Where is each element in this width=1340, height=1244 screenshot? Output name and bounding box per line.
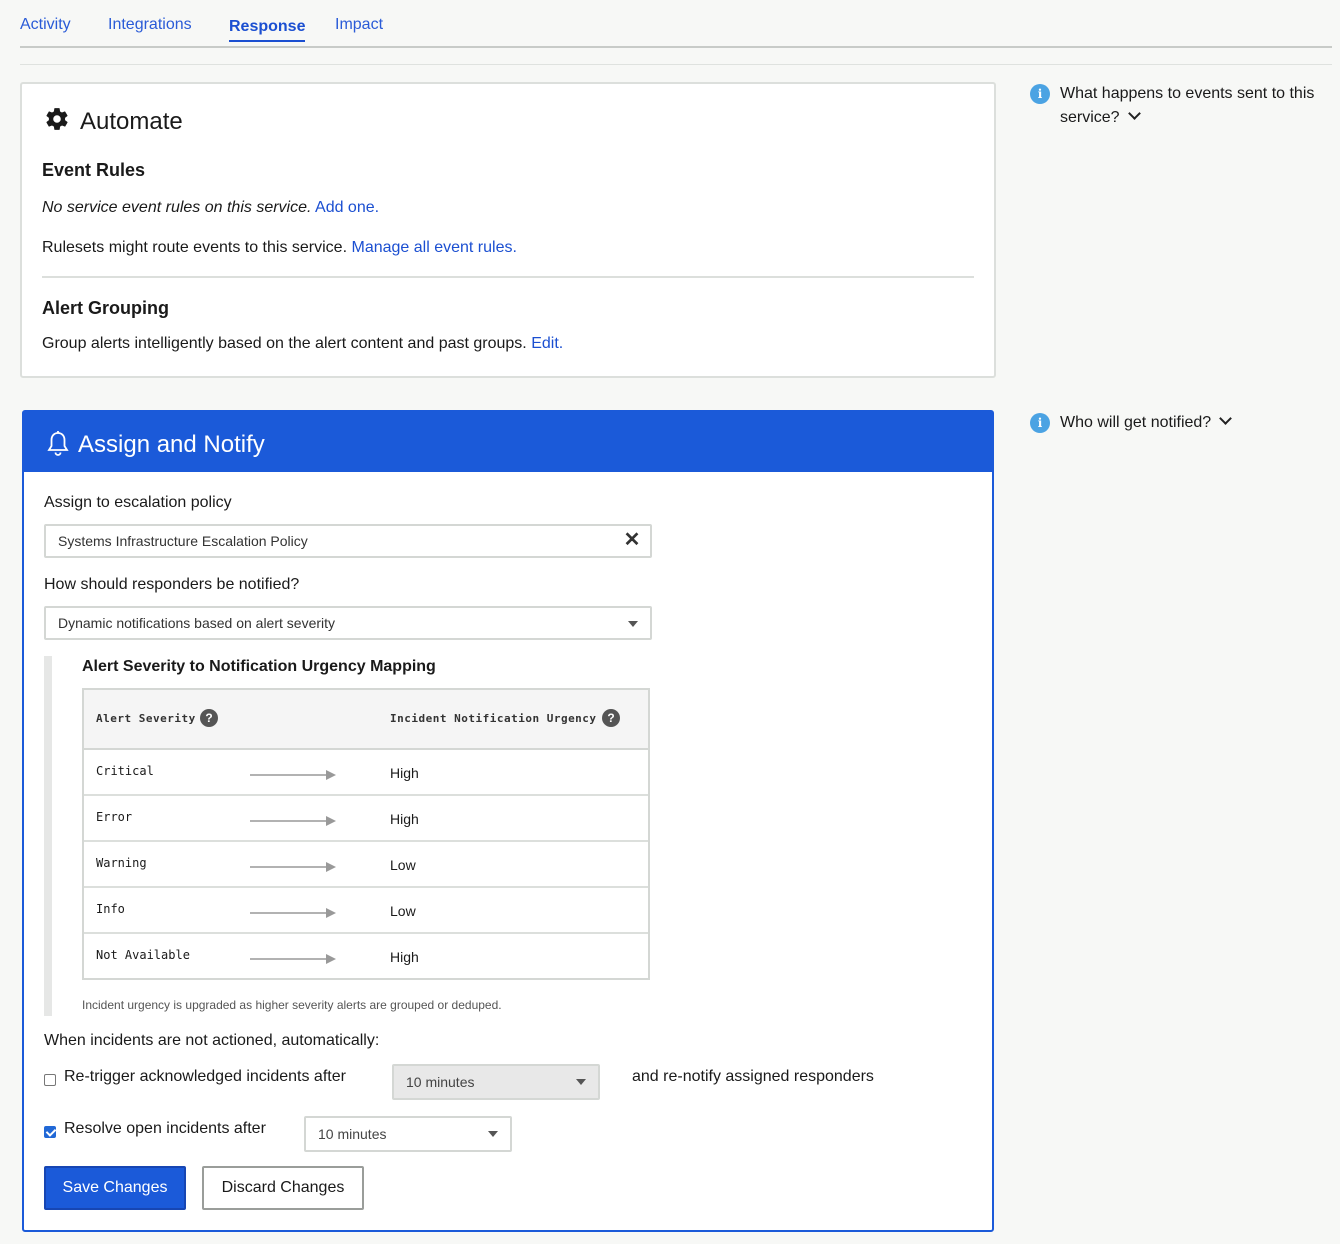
chevron-down-icon: [1219, 412, 1233, 425]
edit-alert-grouping-link[interactable]: Edit.: [531, 335, 563, 352]
mapping-note: Incident urgency is upgraded as higher s…: [82, 998, 502, 1012]
caret-down-icon: [628, 621, 638, 627]
escalation-policy-input[interactable]: Systems Infrastructure Escalation Policy…: [44, 524, 652, 558]
not-actioned-label: When incidents are not actioned, automat…: [44, 1032, 380, 1049]
retrigger-duration-select[interactable]: 10 minutes: [392, 1064, 600, 1100]
automate-card: Automate Event Rules No service event ru…: [20, 82, 996, 378]
retrigger-label: Re-trigger acknowledged incidents after: [64, 1068, 346, 1085]
severity-cell: Warning: [96, 856, 147, 870]
tab-integrations[interactable]: Integrations: [108, 16, 192, 34]
arrow-right-icon: [250, 816, 336, 826]
rulesets-label: Rulesets might route events to this serv…: [42, 239, 348, 256]
help-icon[interactable]: ?: [602, 709, 620, 727]
table-row: Info Low: [84, 888, 648, 934]
chevron-down-icon: [1127, 107, 1141, 120]
resolve-checkbox[interactable]: [44, 1126, 56, 1138]
events-help-toggle[interactable]: i What happens to events sent to this se…: [1030, 82, 1320, 132]
manage-event-rules-link[interactable]: Manage all event rules.: [351, 239, 516, 256]
add-rule-link[interactable]: Add one.: [315, 199, 379, 216]
divider: [20, 64, 1332, 65]
retrigger-suffix: and re-notify assigned responders: [632, 1068, 874, 1085]
event-rules-heading: Event Rules: [42, 160, 146, 180]
col-notification-urgency: Incident Notification Urgency: [390, 712, 597, 725]
table-row: Warning Low: [84, 842, 648, 888]
alert-grouping-label: Group alerts intelligently based on the …: [42, 335, 527, 352]
no-rules-text: No service event rules on this service.: [42, 199, 312, 216]
retrigger-duration-value: 10 minutes: [406, 1074, 475, 1090]
tab-bar: Activity Integrations Response Impact: [20, 0, 1332, 48]
caret-down-icon: [576, 1079, 586, 1085]
retrigger-checkbox[interactable]: [44, 1074, 56, 1086]
table-row: Critical High: [84, 750, 648, 796]
escalation-policy-value: Systems Infrastructure Escalation Policy: [58, 533, 308, 549]
arrow-right-icon: [250, 770, 336, 780]
mapping-sidebar-bar: [44, 656, 52, 1016]
resolve-duration-select[interactable]: 10 minutes: [304, 1116, 512, 1152]
urgency-cell: High: [390, 811, 419, 827]
resolve-label: Resolve open incidents after: [64, 1120, 266, 1137]
table-row: Error High: [84, 796, 648, 842]
mapping-table: Alert Severity ? Incident Notification U…: [82, 688, 650, 980]
arrow-right-icon: [250, 862, 336, 872]
tab-impact[interactable]: Impact: [335, 16, 383, 34]
severity-cell: Critical: [96, 764, 154, 778]
mapping-title: Alert Severity to Notification Urgency M…: [82, 658, 436, 675]
severity-cell: Info: [96, 902, 125, 916]
urgency-cell: High: [390, 949, 419, 965]
urgency-cell: Low: [390, 857, 416, 873]
assign-notify-card: Assign and Notify Assign to escalation p…: [22, 410, 994, 1232]
urgency-cell: High: [390, 765, 419, 781]
clear-icon[interactable]: ✕: [622, 530, 642, 550]
table-row: Not Available High: [84, 934, 648, 980]
discard-changes-button[interactable]: Discard Changes: [202, 1166, 364, 1210]
arrow-right-icon: [250, 908, 336, 918]
caret-down-icon: [488, 1131, 498, 1137]
notified-help-text: Who will get notified?: [1060, 411, 1233, 435]
tab-activity[interactable]: Activity: [20, 16, 71, 34]
assign-notify-header: Assign and Notify: [24, 412, 992, 472]
severity-cell: Not Available: [96, 948, 190, 962]
resolve-duration-value: 10 minutes: [318, 1126, 387, 1142]
alert-grouping-heading: Alert Grouping: [42, 298, 169, 318]
notify-method-select[interactable]: Dynamic notifications based on alert sev…: [44, 606, 652, 640]
rulesets-text: Rulesets might route events to this serv…: [42, 239, 517, 257]
automate-title: Automate: [80, 108, 183, 135]
notified-help-toggle[interactable]: i Who will get notified?: [1030, 411, 1270, 437]
bell-icon: [47, 431, 69, 456]
urgency-cell: Low: [390, 903, 416, 919]
event-rules-text: No service event rules on this service. …: [42, 199, 379, 217]
gear-icon: [46, 108, 68, 130]
notify-method-value: Dynamic notifications based on alert sev…: [58, 615, 336, 631]
mapping-table-header: Alert Severity ? Incident Notification U…: [84, 690, 648, 750]
severity-cell: Error: [96, 810, 133, 824]
escalation-label: Assign to escalation policy: [44, 494, 232, 511]
help-icon[interactable]: ?: [200, 709, 218, 727]
notify-label: How should responders be notified?: [44, 576, 300, 593]
alert-grouping-text: Group alerts intelligently based on the …: [42, 335, 563, 353]
col-alert-severity: Alert Severity: [96, 712, 196, 725]
events-help-text: What happens to events sent to this serv…: [1060, 85, 1315, 126]
info-icon: i: [1030, 84, 1050, 104]
info-icon: i: [1030, 413, 1050, 433]
save-changes-button[interactable]: Save Changes: [44, 1166, 186, 1210]
arrow-right-icon: [250, 954, 336, 964]
tab-response[interactable]: Response: [229, 18, 306, 42]
assign-notify-title: Assign and Notify: [78, 431, 265, 458]
divider: [42, 276, 974, 278]
